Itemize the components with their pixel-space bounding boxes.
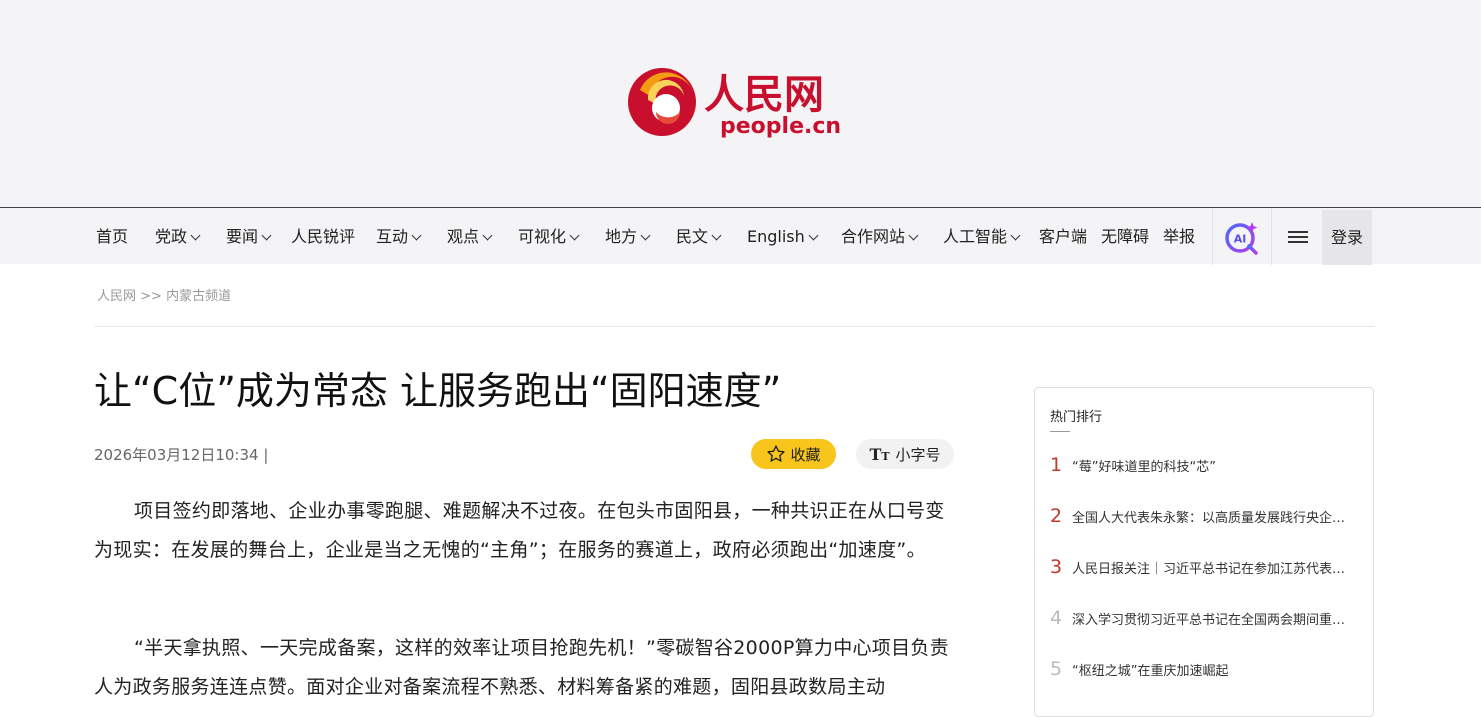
chevron-down-icon <box>482 230 493 241</box>
hot-ranking-panel: 热门排行 1 “莓”好味道里的科技“芯” 2 全国人大代表朱永繁：以高质量发展践… <box>1034 387 1374 717</box>
article-paragraph: 项目签约即落地、企业办事零跑腿、难题解决不过夜。在包头市固阳县，一种共识正在从口… <box>94 500 945 561</box>
main-nav: 首页 党政 要闻 人民锐评 互动 观点 可视化 地方 民文 English 合作… <box>0 207 1481 265</box>
divider <box>94 326 1375 327</box>
chevron-down-icon <box>190 230 201 241</box>
favorite-button[interactable]: 收藏 <box>751 439 836 469</box>
hot-ranking-item[interactable]: 2 全国人大代表朱永繁：以高质量发展践行央企担当 <box>1050 504 1360 528</box>
favorite-label: 收藏 <box>790 445 821 464</box>
nav-item-home[interactable]: 首页 <box>96 208 128 265</box>
chevron-down-icon <box>261 230 272 241</box>
ai-icon: AI <box>1225 221 1258 255</box>
rank-title: “莓”好味道里的科技“芯” <box>1072 459 1216 475</box>
article-dateline: 2026年03月12日10:34 | <box>94 446 269 464</box>
hot-ranking-item[interactable]: 3 人民日报关注｜习近平总书记在参加江苏代表团审议时 <box>1050 555 1360 579</box>
nav-item-local[interactable]: 地方 <box>605 208 651 265</box>
chevron-down-icon <box>808 230 819 241</box>
hot-ranking-title: 热门排行 <box>1050 410 1103 425</box>
nav-item-ethnic[interactable]: 民文 <box>676 208 722 265</box>
nav-item-interact[interactable]: 互动 <box>376 208 422 265</box>
nav-item-opinion[interactable]: 观点 <box>447 208 493 265</box>
hot-ranking-item[interactable]: 1 “莓”好味道里的科技“芯” <box>1050 453 1360 477</box>
font-size-icon: TT <box>869 444 890 464</box>
nav-item-commentary[interactable]: 人民锐评 <box>291 208 355 265</box>
chevron-down-icon <box>640 230 651 241</box>
article-title: 让“C位”成为常态 让服务跑出“固阳速度” <box>94 369 782 413</box>
chevron-down-icon <box>711 230 722 241</box>
breadcrumb-separator: >> <box>140 289 162 304</box>
menu-button[interactable] <box>1273 208 1322 265</box>
chevron-down-icon <box>908 230 919 241</box>
nav-item-partners[interactable]: 合作网站 <box>841 208 919 265</box>
rank-title: 人民日报关注｜习近平总书记在参加江苏代表团审议时 <box>1072 561 1352 577</box>
nav-item-accessibility[interactable]: 无障碍 <box>1101 208 1149 265</box>
logo-cn-text: 人民网 <box>704 71 824 118</box>
rank-title: “枢纽之城”在重庆加速崛起 <box>1072 663 1229 679</box>
rank-number: 2 <box>1050 505 1063 527</box>
font-size-button[interactable]: TT 小字号 <box>856 439 954 469</box>
nav-item-english[interactable]: English <box>747 208 819 265</box>
nav-item-news[interactable]: 要闻 <box>226 208 272 265</box>
star-icon <box>767 445 786 462</box>
breadcrumb-home-link[interactable]: 人民网 <box>97 289 136 304</box>
hot-ranking-item[interactable]: 4 深入学习贯彻习近平总书记在全国两会期间重要讲话 <box>1050 606 1360 630</box>
hamburger-icon <box>1287 228 1308 246</box>
hot-ranking-item[interactable]: 5 “枢纽之城”在重庆加速崛起 <box>1050 657 1360 681</box>
rank-number: 4 <box>1050 607 1063 629</box>
breadcrumb-channel-link[interactable]: 内蒙古频道 <box>166 289 231 304</box>
breadcrumb: 人民网 >> 内蒙古频道 <box>97 285 231 304</box>
rank-title: 全国人大代表朱永繁：以高质量发展践行央企担当 <box>1072 510 1352 526</box>
logo-mark-icon <box>628 68 696 136</box>
title-underline <box>1050 431 1070 432</box>
chevron-down-icon <box>1010 230 1021 241</box>
nav-item-app[interactable]: 客户端 <box>1039 208 1087 265</box>
rank-number: 1 <box>1050 454 1063 476</box>
rank-number: 3 <box>1050 556 1063 578</box>
article-paragraph: “半天拿执照、一天完成备案，这样的效率让项目抢跑先机！”零碳智谷2000P算力中… <box>94 637 949 698</box>
nav-item-report[interactable]: 举报 <box>1163 208 1195 265</box>
site-header: 人民网 people.cn <box>0 0 1481 207</box>
font-size-label: 小字号 <box>895 445 941 464</box>
nav-item-visual[interactable]: 可视化 <box>518 208 580 265</box>
nav-item-party[interactable]: 党政 <box>155 208 201 265</box>
login-button[interactable]: 登录 <box>1322 210 1372 265</box>
chevron-down-icon <box>411 230 422 241</box>
logo-en-text: people.cn <box>720 114 842 139</box>
rank-number: 5 <box>1050 658 1063 680</box>
svg-text:AI: AI <box>1234 232 1247 245</box>
rank-title: 深入学习贯彻习近平总书记在全国两会期间重要讲话 <box>1072 612 1352 628</box>
nav-item-ai[interactable]: 人工智能 <box>943 208 1021 265</box>
ai-assistant-button[interactable]: AI <box>1212 208 1272 265</box>
chevron-down-icon <box>569 230 580 241</box>
